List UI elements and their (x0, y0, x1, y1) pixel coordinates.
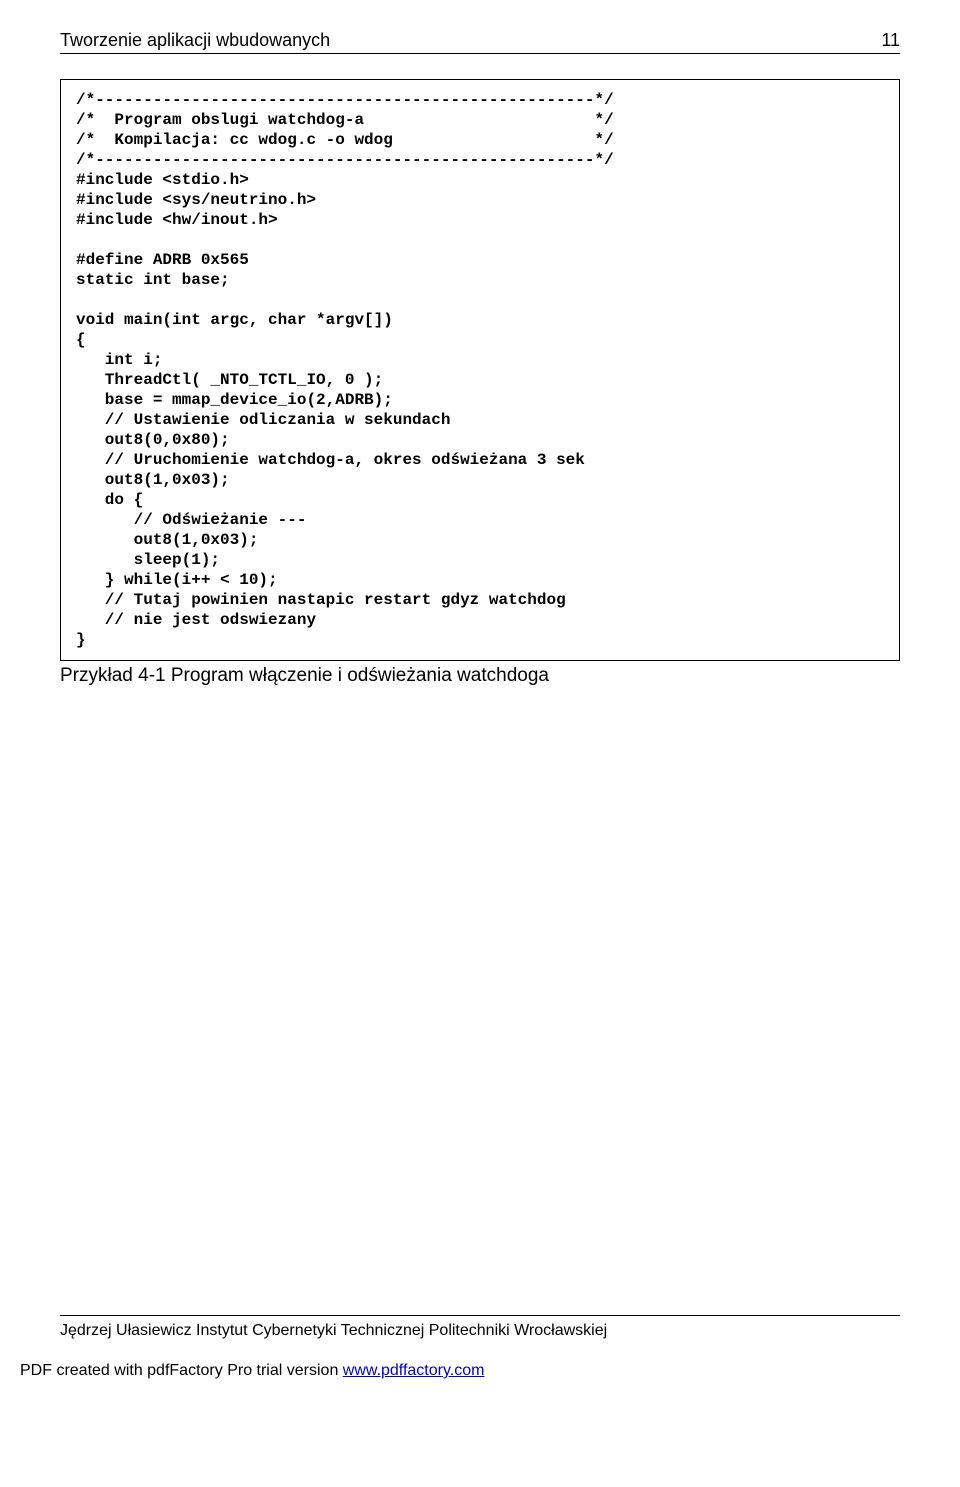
code-caption: Przykład 4-1 Program włączenie i odśwież… (60, 665, 900, 687)
pdf-factory-link[interactable]: www.pdffactory.com (343, 1362, 485, 1379)
pdf-credit: PDF created with pdfFactory Pro trial ve… (20, 1362, 484, 1380)
page-number: 11 (881, 30, 900, 51)
header-title: Tworzenie aplikacji wbudowanych (60, 30, 330, 51)
page-footer: Jędrzej Ułasiewicz Instytut Cybernetyki … (60, 1315, 900, 1340)
code-listing: /*--------------------------------------… (60, 79, 900, 661)
pdf-credit-text: PDF created with pdfFactory Pro trial ve… (20, 1362, 343, 1379)
page-header: Tworzenie aplikacji wbudowanych 11 (60, 30, 900, 54)
page: Tworzenie aplikacji wbudowanych 11 /*---… (0, 0, 960, 1400)
